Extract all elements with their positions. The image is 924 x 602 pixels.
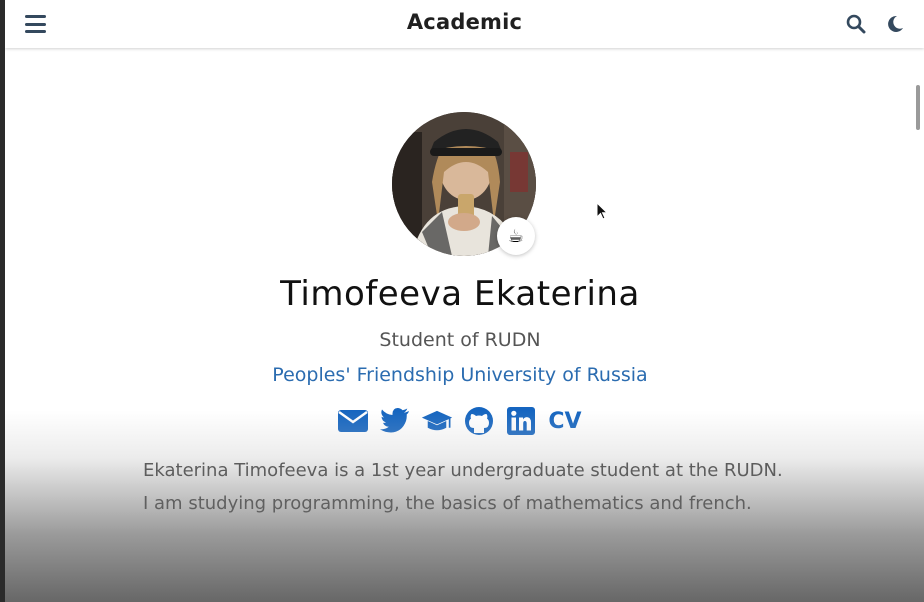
github-icon[interactable] <box>463 406 495 436</box>
top-navbar: Academic <box>5 0 924 48</box>
moon-icon[interactable] <box>885 14 905 34</box>
main-content: ☕ Timofeeva Ekaterina Student of RUDN Pe… <box>5 48 915 602</box>
status-emoji-badge: ☕ <box>497 217 535 255</box>
organization-link[interactable]: Peoples' Friendship University of Russia <box>5 364 915 386</box>
avatar-container: ☕ <box>392 112 536 256</box>
cv-label: CV <box>548 408 582 434</box>
cv-icon[interactable]: CV <box>547 406 583 436</box>
mouse-cursor-icon <box>596 201 609 220</box>
scrollbar-thumb[interactable] <box>916 85 920 130</box>
graduation-cap-icon[interactable] <box>421 406 453 436</box>
twitter-icon[interactable] <box>379 406 411 436</box>
linkedin-icon[interactable] <box>505 406 537 436</box>
site-title[interactable]: Academic <box>5 10 924 34</box>
social-links: CV <box>5 406 915 436</box>
envelope-icon[interactable] <box>337 406 369 436</box>
profile-role: Student of RUDN <box>379 329 541 351</box>
window-edge <box>0 0 5 602</box>
profile-name: Timofeeva Ekaterina <box>280 274 640 314</box>
profile-bio: Ekaterina Timofeeva is a 1st year underg… <box>143 460 783 514</box>
browser-window: Academic ☕ Timofeeva Ekaterina Student o… <box>0 0 924 602</box>
search-icon[interactable] <box>846 14 866 34</box>
